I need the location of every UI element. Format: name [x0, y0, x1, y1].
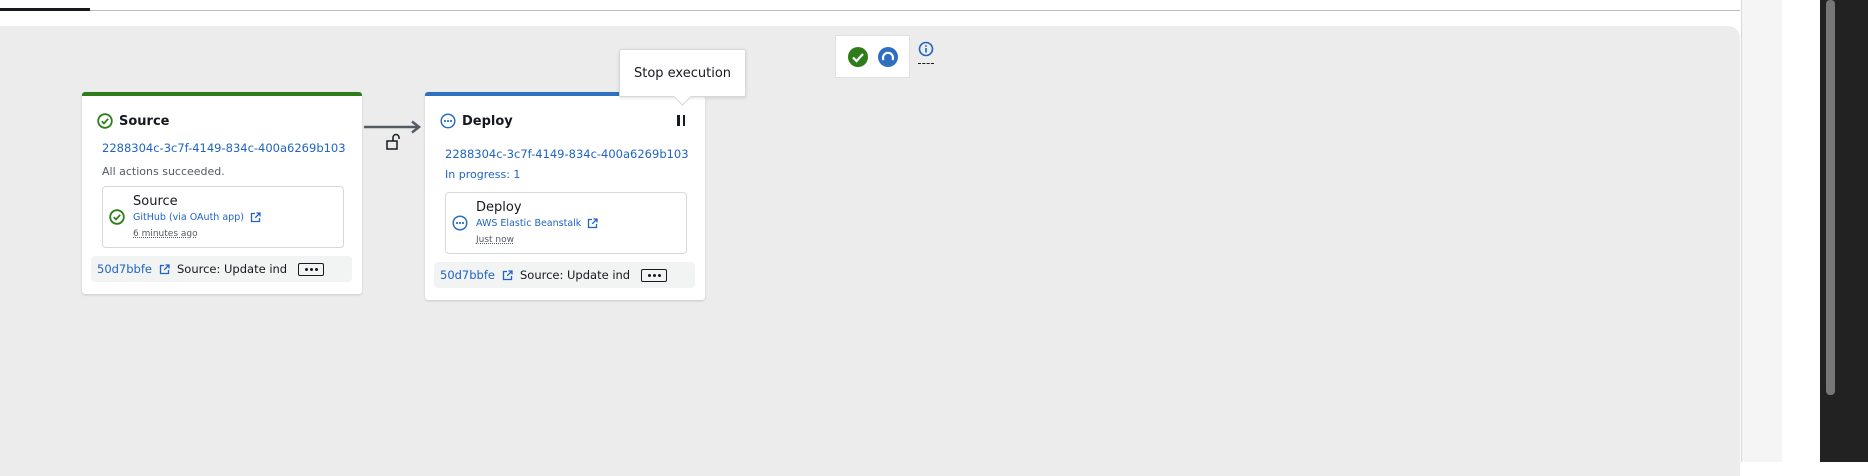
provider-label[interactable]: GitHub (via OAuth app): [133, 212, 244, 223]
check-circle-icon: [847, 46, 868, 67]
status-legend: [835, 35, 910, 78]
commit-id-link[interactable]: 50d7bbfe: [440, 268, 495, 282]
in-progress-icon: [452, 215, 468, 231]
stop-execution-tooltip: Stop execution: [619, 49, 746, 97]
commit-row: 50d7bbfe Source: Update ind: [434, 262, 695, 288]
stage-name: Deploy: [462, 113, 513, 129]
scrollbar[interactable]: [1826, 0, 1835, 395]
external-link-icon[interactable]: [502, 269, 513, 281]
action-provider-link[interactable]: AWS Elastic Beanstalk: [476, 218, 598, 229]
stage-status-text[interactable]: In progress: 1: [445, 168, 520, 181]
execution-id-link[interactable]: 2288304c-3c7f-4149-834c-400a6269b103: [445, 147, 689, 161]
active-tab-indicator: [0, 8, 90, 11]
stage-title: Deploy: [440, 113, 513, 129]
action-name: Source: [133, 194, 178, 209]
action-timestamp[interactable]: 6 minutes ago: [133, 229, 198, 239]
stage-name: Source: [119, 113, 170, 129]
more-options-button[interactable]: [298, 262, 325, 276]
commit-message: Source: Update ind: [176, 262, 288, 276]
loading-icon: [877, 46, 898, 67]
stop-execution-button[interactable]: [677, 115, 685, 126]
stage-title: Source: [97, 113, 169, 129]
side-panel: [1741, 0, 1782, 462]
action-card: Deploy AWS Elastic Beanstalk Just now: [445, 192, 687, 254]
in-progress-icon: [440, 113, 456, 129]
check-circle-icon: [109, 209, 125, 225]
info-icon[interactable]: [918, 41, 934, 64]
external-link-icon[interactable]: [587, 218, 598, 229]
commit-message: Source: Update ind: [519, 268, 631, 282]
stage-status-text: All actions succeeded.: [102, 165, 225, 178]
action-timestamp[interactable]: Just now: [476, 235, 514, 245]
stage-deploy: Deploy 2288304c-3c7f-4149-834c-400a6269b…: [425, 92, 705, 300]
check-circle-icon: [97, 113, 113, 129]
provider-label[interactable]: AWS Elastic Beanstalk: [476, 218, 581, 229]
tab-bar: [0, 0, 1740, 11]
action-name: Deploy: [476, 200, 522, 215]
commit-id-link[interactable]: 50d7bbfe: [97, 262, 152, 276]
execution-id-link[interactable]: 2288304c-3c7f-4149-834c-400a6269b103: [102, 141, 346, 155]
action-provider-link[interactable]: GitHub (via OAuth app): [133, 212, 261, 223]
action-card: Source GitHub (via OAuth app) 6 minutes …: [102, 186, 344, 248]
commit-row: 50d7bbfe Source: Update ind: [91, 256, 352, 282]
stage-source: Source 2288304c-3c7f-4149-834c-400a6269b…: [82, 92, 362, 294]
external-link-icon[interactable]: [159, 263, 170, 275]
unlock-icon[interactable]: [385, 133, 401, 151]
more-options-button[interactable]: [641, 268, 668, 282]
transition-arrow: [364, 120, 422, 134]
external-link-icon[interactable]: [250, 212, 261, 223]
